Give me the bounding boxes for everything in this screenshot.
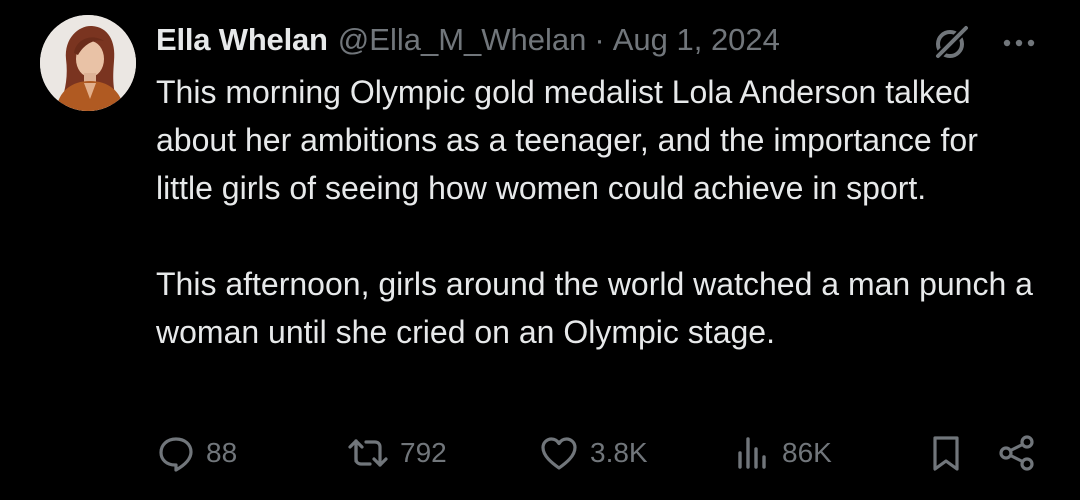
bookmark-icon <box>926 433 966 473</box>
tweet-date[interactable]: Aug 1, 2024 <box>613 18 780 62</box>
display-name[interactable]: Ella Whelan <box>156 18 328 62</box>
share-icon <box>996 433 1038 473</box>
reply-icon <box>156 433 196 473</box>
like-count: 3.8K <box>590 437 648 468</box>
share-button[interactable] <box>996 428 1038 478</box>
reply-button[interactable]: 88 <box>156 428 237 478</box>
avatar-image <box>40 15 136 111</box>
tweet-paragraph: This afternoon, girls around the world w… <box>156 266 1033 350</box>
views-count: 86K <box>782 437 832 468</box>
repost-icon <box>346 433 390 473</box>
bookmark-button[interactable] <box>926 428 966 478</box>
action-bar: 88 792 3.8K 86K <box>0 428 1080 478</box>
more-icon[interactable] <box>998 22 1040 64</box>
tweet-paragraph: This morning Olympic gold medalist Lola … <box>156 74 978 206</box>
separator-dot: · <box>594 22 605 57</box>
grok-icon[interactable] <box>930 22 972 64</box>
like-icon <box>538 433 580 473</box>
repost-count: 792 <box>400 437 447 468</box>
tweet: Ella Whelan @Ella_M_Whelan · Aug 1, 2024… <box>0 0 1080 500</box>
views-button[interactable]: 86K <box>732 428 832 478</box>
reply-count: 88 <box>206 437 238 468</box>
tweet-header: Ella Whelan @Ella_M_Whelan · Aug 1, 2024 <box>156 18 780 62</box>
user-handle[interactable]: @Ella_M_Whelan <box>338 18 587 62</box>
like-button[interactable]: 3.8K <box>538 428 648 478</box>
views-icon <box>732 433 772 473</box>
avatar[interactable] <box>40 15 136 111</box>
repost-button[interactable]: 792 <box>346 428 447 478</box>
tweet-text: This morning Olympic gold medalist Lola … <box>156 68 1036 356</box>
